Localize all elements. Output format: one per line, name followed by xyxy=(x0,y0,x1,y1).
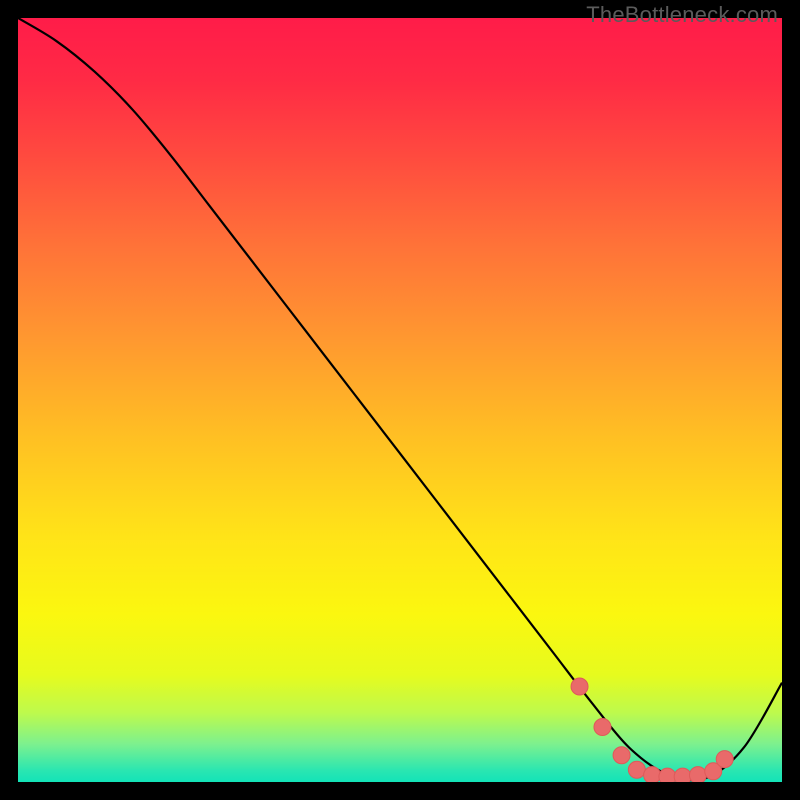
watermark-text: TheBottleneck.com xyxy=(586,2,778,28)
marker-point xyxy=(659,768,676,782)
marker-point xyxy=(613,747,630,764)
marker-point xyxy=(674,768,691,782)
marker-point xyxy=(716,751,733,768)
chart-svg xyxy=(18,18,782,782)
marker-point xyxy=(571,678,588,695)
gradient-background xyxy=(18,18,782,782)
chart-plot-area xyxy=(18,18,782,782)
marker-point xyxy=(594,718,611,735)
marker-point xyxy=(628,761,645,778)
marker-point xyxy=(689,767,706,782)
marker-point xyxy=(644,767,661,782)
